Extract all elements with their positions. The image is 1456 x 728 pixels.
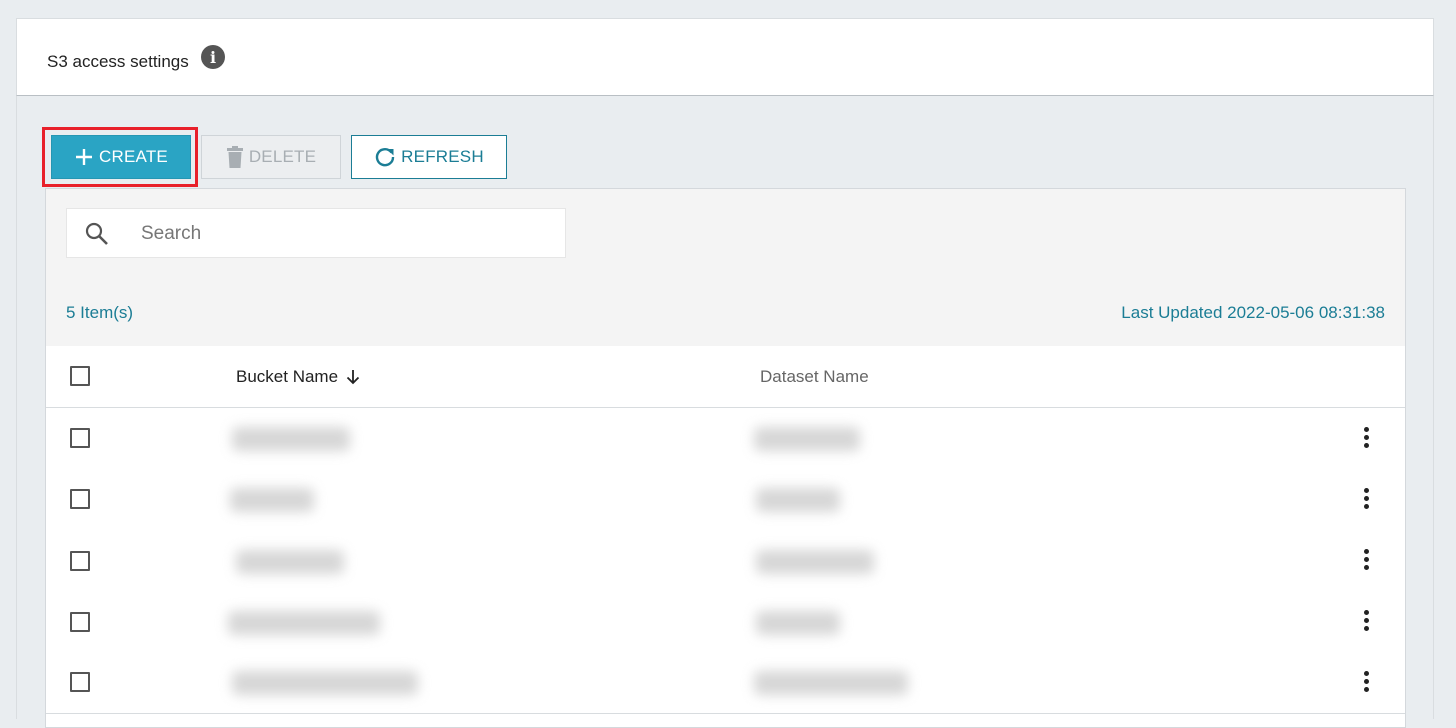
- column-header-bucket-name-label: Bucket Name: [236, 367, 339, 386]
- info-icon[interactable]: i: [201, 45, 225, 69]
- dataset-name-cell-redacted: [754, 671, 908, 695]
- bucket-name-cell-redacted: [228, 611, 380, 635]
- bucket-name-cell-redacted: [232, 427, 350, 451]
- dataset-name-cell-redacted: [756, 611, 840, 635]
- dataset-name-cell-redacted: [756, 550, 874, 574]
- row-checkbox[interactable]: [70, 672, 90, 692]
- refresh-icon: [375, 148, 395, 167]
- row-checkbox[interactable]: [70, 428, 90, 448]
- table-row[interactable]: [46, 530, 1405, 592]
- trash-icon: [226, 146, 243, 168]
- row-actions-menu-icon[interactable]: [1360, 488, 1372, 512]
- table-row[interactable]: [46, 652, 1405, 714]
- table-row[interactable]: [46, 408, 1405, 470]
- table-card: 5 Item(s) Last Updated 2022-05-06 08:31:…: [45, 188, 1406, 728]
- table-row[interactable]: [46, 591, 1405, 653]
- row-actions-menu-icon[interactable]: [1360, 549, 1372, 573]
- arrow-down-icon: [346, 370, 360, 385]
- table-row[interactable]: [46, 469, 1405, 531]
- bucket-name-cell-redacted: [230, 488, 314, 512]
- refresh-button[interactable]: REFRESH: [351, 135, 507, 179]
- row-checkbox[interactable]: [70, 489, 90, 509]
- bucket-name-cell-redacted: [236, 550, 344, 574]
- column-header-dataset-name[interactable]: Dataset Name: [760, 367, 869, 387]
- row-checkbox[interactable]: [70, 612, 90, 632]
- dataset-name-cell-redacted: [754, 427, 860, 451]
- last-updated: Last Updated 2022-05-06 08:31:38: [1121, 303, 1385, 322]
- row-actions-menu-icon[interactable]: [1360, 671, 1372, 695]
- create-button-label: CREATE: [99, 147, 168, 166]
- plus-icon: [76, 149, 93, 165]
- item-count: 5 Item(s): [66, 303, 134, 322]
- panel-title: S3 access settings: [47, 52, 189, 71]
- search-input[interactable]: [139, 219, 543, 249]
- table-info-bar: 5 Item(s) Last Updated 2022-05-06 08:31:…: [46, 279, 1405, 347]
- search-icon: [85, 222, 108, 245]
- search-area: [46, 189, 1405, 280]
- bucket-name-cell-redacted: [232, 671, 418, 695]
- select-all-checkbox[interactable]: [70, 366, 90, 386]
- row-checkbox[interactable]: [70, 551, 90, 571]
- dataset-name-cell-redacted: [756, 488, 840, 512]
- panel-header: S3 access settings i: [16, 18, 1434, 96]
- row-actions-menu-icon[interactable]: [1360, 610, 1372, 634]
- search-box[interactable]: [66, 208, 566, 258]
- table-header-row: Bucket Name Dataset Name: [46, 346, 1405, 408]
- row-actions-menu-icon[interactable]: [1360, 427, 1372, 451]
- refresh-button-label: REFRESH: [401, 147, 484, 166]
- create-button[interactable]: CREATE: [51, 135, 191, 179]
- column-header-bucket-name[interactable]: Bucket Name: [236, 367, 362, 387]
- delete-button-label: DELETE: [248, 147, 317, 166]
- delete-button[interactable]: DELETE: [201, 135, 341, 179]
